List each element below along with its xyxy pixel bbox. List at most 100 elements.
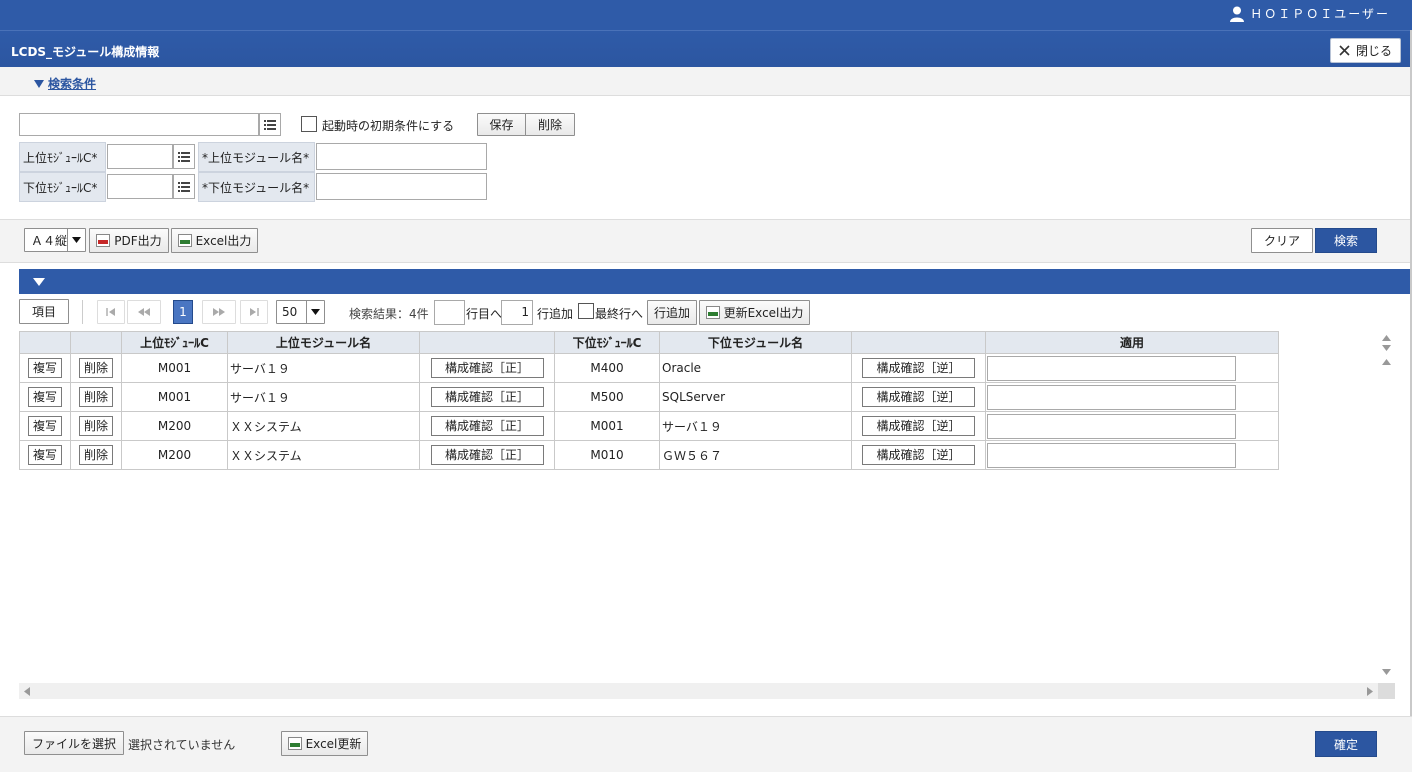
init-condition-checkbox[interactable] (301, 116, 317, 132)
column-header-upper-name: 上位モジュール名 (227, 331, 420, 354)
close-button-label: 閉じる (1355, 44, 1392, 58)
table-row: 複写 削除 M001 サーバ１９ 構成確認［正］ M400 Oracle 構成確… (19, 353, 1279, 383)
confirm-forward-button[interactable]: 構成確認［正］ (430, 416, 544, 436)
first-page-icon[interactable] (97, 300, 125, 324)
search-button[interactable]: 検索 (1315, 228, 1377, 253)
copy-button[interactable]: 複写 (27, 358, 62, 378)
apply-input[interactable] (987, 384, 1236, 410)
excel-update-button[interactable]: Excel更新 (281, 731, 368, 756)
lower-code-cell: M400 (554, 353, 660, 383)
upper-name-cell: サーバ１９ (227, 353, 420, 383)
close-button[interactable]: 閉じる (1330, 38, 1401, 63)
saved-condition-list-button[interactable] (259, 113, 281, 136)
excel-icon (177, 234, 192, 247)
search-condition-label: 検索条件 (48, 77, 97, 91)
lower-code-cell: M500 (554, 382, 660, 412)
upper-code-cell: M200 (121, 440, 228, 470)
add-row-button[interactable]: 行追加 (647, 300, 697, 325)
prev-page-icon[interactable] (127, 300, 161, 324)
confirm-reverse-button[interactable]: 構成確認［逆］ (862, 358, 975, 378)
user-menu[interactable]: ＨＯＩＰＯＩユーザー (1230, 5, 1390, 22)
close-icon (1339, 45, 1350, 56)
lower-code-cell: M001 (554, 411, 660, 441)
update-excel-export-button[interactable]: 更新Excel出力 (699, 300, 810, 325)
items-button[interactable]: 項目 (19, 299, 69, 324)
last-row-label: 最終行へ (595, 307, 644, 321)
search-condition-toggle[interactable]: 検索条件 (34, 75, 96, 92)
title-bar (0, 30, 1412, 67)
clear-button[interactable]: クリア (1251, 228, 1313, 253)
update-excel-export-label: 更新Excel出力 (723, 306, 804, 320)
lower-name-cell: ＧＷ５６７ (659, 440, 852, 470)
file-select-button[interactable]: ファイルを選択 (24, 731, 124, 755)
lower-code-input[interactable] (107, 174, 173, 199)
lower-name-input[interactable] (316, 173, 487, 200)
copy-button[interactable]: 複写 (27, 445, 62, 465)
table-row: 複写 削除 M200 ＸＸシステム 構成確認［正］ M001 サーバ１９ 構成確… (19, 411, 1279, 441)
upper-code-cell: M001 (121, 353, 228, 383)
lower-code-list-button[interactable] (173, 174, 195, 199)
module-grid: 上位ﾓｼﾞｭｰﾙC 上位モジュール名 下位ﾓｼﾞｭｰﾙC 下位モジュール名 適用… (19, 331, 1279, 470)
scroll-down-icon[interactable] (1382, 669, 1391, 675)
file-status: 選択されていません (128, 738, 236, 752)
saved-condition-input[interactable] (19, 113, 259, 136)
excel-export-button[interactable]: Excel出力 (171, 228, 258, 253)
confirm-reverse-button[interactable]: 構成確認［逆］ (862, 445, 975, 465)
dropdown-arrow-icon (306, 301, 324, 323)
scroll-down-icon[interactable] (1382, 345, 1391, 351)
scroll-up-icon[interactable] (1382, 335, 1391, 341)
scroll-right-icon[interactable] (1367, 687, 1373, 696)
upper-code-label: 上位ﾓｼﾞｭｰﾙC* (19, 142, 106, 172)
lower-code-label: 下位ﾓｼﾞｭｰﾙC* (19, 172, 106, 202)
paper-size-select[interactable]: Ａ４縦 (24, 228, 86, 252)
upper-code-input[interactable] (107, 144, 173, 169)
save-button[interactable]: 保存 (477, 113, 526, 136)
delete-condition-button[interactable]: 削除 (525, 113, 575, 136)
result-count: 検索結果：4件 (349, 307, 429, 321)
confirm-forward-button[interactable]: 構成確認［正］ (430, 445, 544, 465)
excel-export-label: Excel出力 (195, 234, 252, 248)
confirm-button[interactable]: 確定 (1315, 731, 1377, 757)
lower-name-cell: Oracle (659, 353, 852, 383)
last-page-icon[interactable] (240, 300, 268, 324)
next-page-icon[interactable] (202, 300, 236, 324)
user-icon (1230, 6, 1245, 22)
apply-input[interactable] (987, 442, 1236, 468)
list-icon (178, 181, 190, 192)
add-count-input[interactable]: 1 (501, 300, 533, 325)
delete-row-button[interactable]: 削除 (78, 416, 113, 436)
list-icon (178, 151, 190, 162)
upper-name-input[interactable] (316, 143, 487, 170)
last-row-checkbox[interactable] (578, 303, 594, 319)
apply-input[interactable] (987, 413, 1236, 439)
copy-button[interactable]: 複写 (27, 387, 62, 407)
upper-code-list-button[interactable] (173, 144, 195, 169)
lower-name-cell: サーバ１９ (659, 411, 852, 441)
vertical-scrollbar[interactable] (1378, 331, 1395, 683)
excel-icon (287, 737, 302, 750)
horizontal-scrollbar[interactable] (19, 683, 1395, 699)
confirm-forward-button[interactable]: 構成確認［正］ (430, 387, 544, 407)
confirm-forward-button[interactable]: 構成確認［正］ (430, 358, 544, 378)
delete-row-button[interactable]: 削除 (78, 387, 113, 407)
confirm-reverse-button[interactable]: 構成確認［逆］ (862, 416, 975, 436)
column-header-upper-code: 上位ﾓｼﾞｭｰﾙC (121, 331, 228, 354)
page-size-select[interactable]: 50 (276, 300, 325, 324)
copy-button[interactable]: 複写 (27, 416, 62, 436)
lower-name-label: *下位モジュール名* (198, 172, 315, 202)
scroll-left-icon[interactable] (24, 687, 30, 696)
goto-row-input[interactable] (434, 300, 465, 325)
triangle-down-icon[interactable] (33, 278, 45, 286)
upper-code-cell: M200 (121, 411, 228, 441)
confirm-reverse-button[interactable]: 構成確認［逆］ (862, 387, 975, 407)
upper-name-cell: サーバ１９ (227, 382, 420, 412)
add-count-suffix: 行追加 (537, 307, 574, 321)
delete-row-button[interactable]: 削除 (78, 358, 113, 378)
page-number-current[interactable]: 1 (173, 300, 193, 324)
delete-row-button[interactable]: 削除 (78, 445, 113, 465)
init-condition-label: 起動時の初期条件にする (322, 119, 455, 133)
pdf-export-button[interactable]: PDF出力 (89, 228, 169, 253)
excel-update-label: Excel更新 (305, 737, 362, 751)
scroll-up-icon[interactable] (1382, 359, 1391, 365)
apply-input[interactable] (987, 355, 1236, 381)
